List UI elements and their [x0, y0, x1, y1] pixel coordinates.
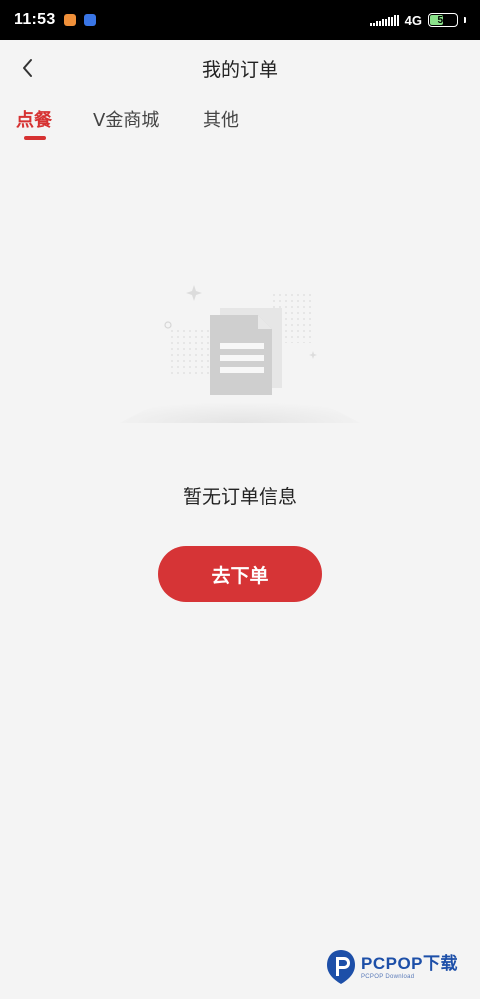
- signal-icon: [369, 14, 399, 26]
- network-type: 4G: [404, 12, 422, 28]
- watermark-subtitle: PCPOP Download: [361, 973, 415, 980]
- pcpop-logo-icon: [327, 950, 355, 984]
- status-bar: 11:53 4G 51: [0, 0, 480, 40]
- page-title: 我的订单: [201, 58, 278, 81]
- chevron-left-icon: [23, 59, 32, 77]
- order-tabs: 点餐 V金商城 其他: [0, 100, 480, 144]
- place-order-button[interactable]: 去下单: [158, 546, 322, 602]
- orange-app-icon: [63, 14, 76, 26]
- nav-header: 我的订单: [0, 40, 480, 96]
- blue-app-icon: [83, 14, 96, 26]
- empty-document-icon: [110, 275, 370, 435]
- tab-v-gold-mall[interactable]: V金商城: [93, 106, 159, 132]
- active-tab-indicator: [24, 136, 46, 140]
- battery-icon: 51: [428, 13, 458, 27]
- watermark-title: PCPOP下载: [361, 953, 459, 973]
- back-button[interactable]: [12, 52, 44, 84]
- tab-other[interactable]: 其他: [203, 106, 239, 132]
- status-right: 4G 51: [369, 12, 466, 28]
- empty-message: 暂无订单信息: [182, 486, 297, 508]
- tab-dining[interactable]: 点餐: [16, 106, 52, 132]
- pcpop-watermark: PCPOP下载 PCPOP Download: [324, 948, 458, 986]
- battery-cap: [464, 17, 466, 23]
- status-time: 11:53: [14, 11, 56, 28]
- battery-level: 51: [437, 14, 449, 26]
